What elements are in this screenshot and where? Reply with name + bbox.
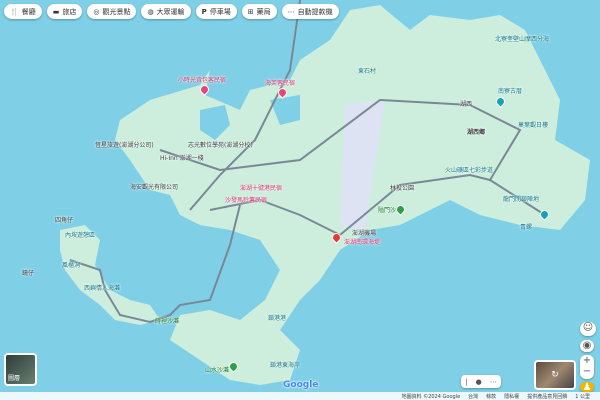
poi-bnb2[interactable]: 海芙蓉民宿 [265, 78, 295, 87]
assistant-icon: ☺ [582, 322, 594, 333]
map-data-text: 地圖資料 ©2024 Google [401, 393, 461, 400]
chip-label: 大眾運輸 [156, 7, 185, 16]
assistant-button[interactable]: ☺ [580, 322, 596, 336]
category-chips: 🍴 餐廳 ▬ 旅店 ◎ 觀光景點 ◍ 大眾運輸 P 停車場 ⊞ 藥局 ⋯ 自動提款機 [4, 4, 339, 19]
ruler-icon[interactable]: | [465, 378, 467, 386]
chip-label: 餐廳 [21, 7, 36, 16]
label-huxi: 湖西 [460, 101, 473, 108]
parking-icon: P [201, 7, 207, 16]
poi-bnb1[interactable]: 小時光背包客民宿 [178, 75, 226, 84]
location-icon: ◉ [582, 340, 592, 351]
pharmacy-icon: ⊞ [247, 7, 254, 16]
chip-parking[interactable]: P 停車場 [195, 4, 237, 19]
chip-label: 自動提款機 [297, 7, 333, 16]
google-logo: Google [283, 380, 319, 390]
chip-label: 停車場 [209, 7, 231, 16]
poi-neian[interactable]: 內垵遊憩區 [65, 230, 95, 239]
chip-atm[interactable]: ⋯ 自動提款機 [281, 4, 339, 19]
label-company[interactable]: 恆星旅遊(澎湖分公司) [95, 140, 154, 149]
chip-restaurant[interactable]: 🍴 餐廳 [4, 4, 42, 19]
label-haian[interactable]: 海安觀光有限公司 [130, 182, 178, 191]
poi-longmen[interactable]: 龍門閉鎖陣地 [503, 194, 539, 203]
chip-label: 藥局 [256, 7, 271, 16]
layers-button[interactable]: 圖層 [4, 353, 37, 386]
restaurant-icon: 🍴 [10, 7, 19, 16]
poi-nanliao[interactable]: 南寮古厝 [498, 86, 522, 95]
footer-bar: 地圖資料 ©2024 Google 台灣 條款 隱私權 提供產品意見回饋 1 公… [0, 392, 600, 400]
poi-beiliao[interactable]: 北寮奎壁山摩西分海 [495, 34, 549, 43]
poi-lover[interactable]: 西嶼情人海灘 [84, 283, 120, 292]
poi-qingluo[interactable]: 青螺 [520, 222, 532, 231]
rotate-icon: ↻ [551, 370, 559, 380]
chip-pharmacy[interactable]: ⊞ 藥局 [241, 4, 277, 19]
poi-dongshi[interactable]: 東石村 [358, 66, 376, 75]
map-toolbar: | ● ⋯ [461, 375, 501, 388]
my-location-button[interactable]: ◉ [580, 340, 594, 352]
poi-shili[interactable]: 蒔裡沙灘 [155, 316, 179, 325]
feedback-link[interactable]: 提供產品意見回饋 [527, 393, 567, 400]
zoom-controls: + − [580, 355, 594, 379]
hotel-icon: ▬ [52, 7, 60, 16]
more-icon[interactable]: ⋯ [490, 378, 497, 386]
zoom-in-button[interactable]: + [583, 355, 591, 366]
poi-hotel2[interactable]: 沙發馬鈴薯民宿 [225, 195, 267, 204]
pegman-button[interactable]: ♟ [580, 382, 594, 393]
scale-bar[interactable]: 1 公里 [575, 393, 590, 400]
label-airport[interactable]: 澎湖機場 [352, 228, 376, 237]
atm-icon: ⋯ [287, 7, 295, 16]
street-view-thumbnail[interactable]: ↻ [534, 360, 576, 390]
transit-icon: ◍ [147, 7, 154, 16]
poi-hill[interactable]: 火山礦區七彩步道 [445, 165, 493, 174]
camera-icon: ◎ [93, 7, 100, 16]
poi-fenggui[interactable]: 風櫃洞 [62, 260, 80, 269]
poi-shanshui[interactable]: 山水沙灘 [205, 365, 229, 374]
mic-icon[interactable]: ● [476, 378, 482, 386]
label-zhiguang[interactable]: 志光數位學苑(澎湖分校) [188, 140, 253, 149]
marker-label[interactable]: 澎湖南環海堤 [344, 237, 380, 246]
poi-hotel1[interactable]: 澎湖十號港民宿 [240, 183, 282, 192]
label-huxi-township: 湖西鄉 [467, 129, 486, 136]
privacy-link[interactable]: 隱私權 [504, 393, 519, 400]
poi-lintou[interactable]: 林投公園 [390, 183, 414, 192]
zoom-out-button[interactable]: − [583, 366, 591, 377]
chip-hotel[interactable]: ▬ 旅店 [46, 4, 83, 19]
poi-guoye[interactable]: 菓葉觀日樓 [518, 120, 548, 129]
chip-transit[interactable]: ◍ 大眾運輸 [141, 4, 191, 19]
layers-label: 圖層 [8, 375, 21, 382]
label-hiinn[interactable]: Hi-Inn 澎湖一棧 [160, 153, 204, 162]
poi-reef[interactable]: 鎖港東海岸 [270, 360, 300, 369]
chip-label: 觀光景點 [102, 7, 131, 16]
label-suogang[interactable]: 鎖港港 [268, 313, 286, 322]
chip-attractions[interactable]: ◎ 觀光景點 [87, 4, 137, 19]
terms-link[interactable]: 條款 [486, 393, 496, 400]
region-link[interactable]: 台灣 [468, 393, 478, 400]
label-jingzi: 鏡仔 [22, 270, 35, 277]
chip-label: 旅店 [62, 7, 77, 16]
label-sijiao: 四角仔 [55, 217, 74, 224]
